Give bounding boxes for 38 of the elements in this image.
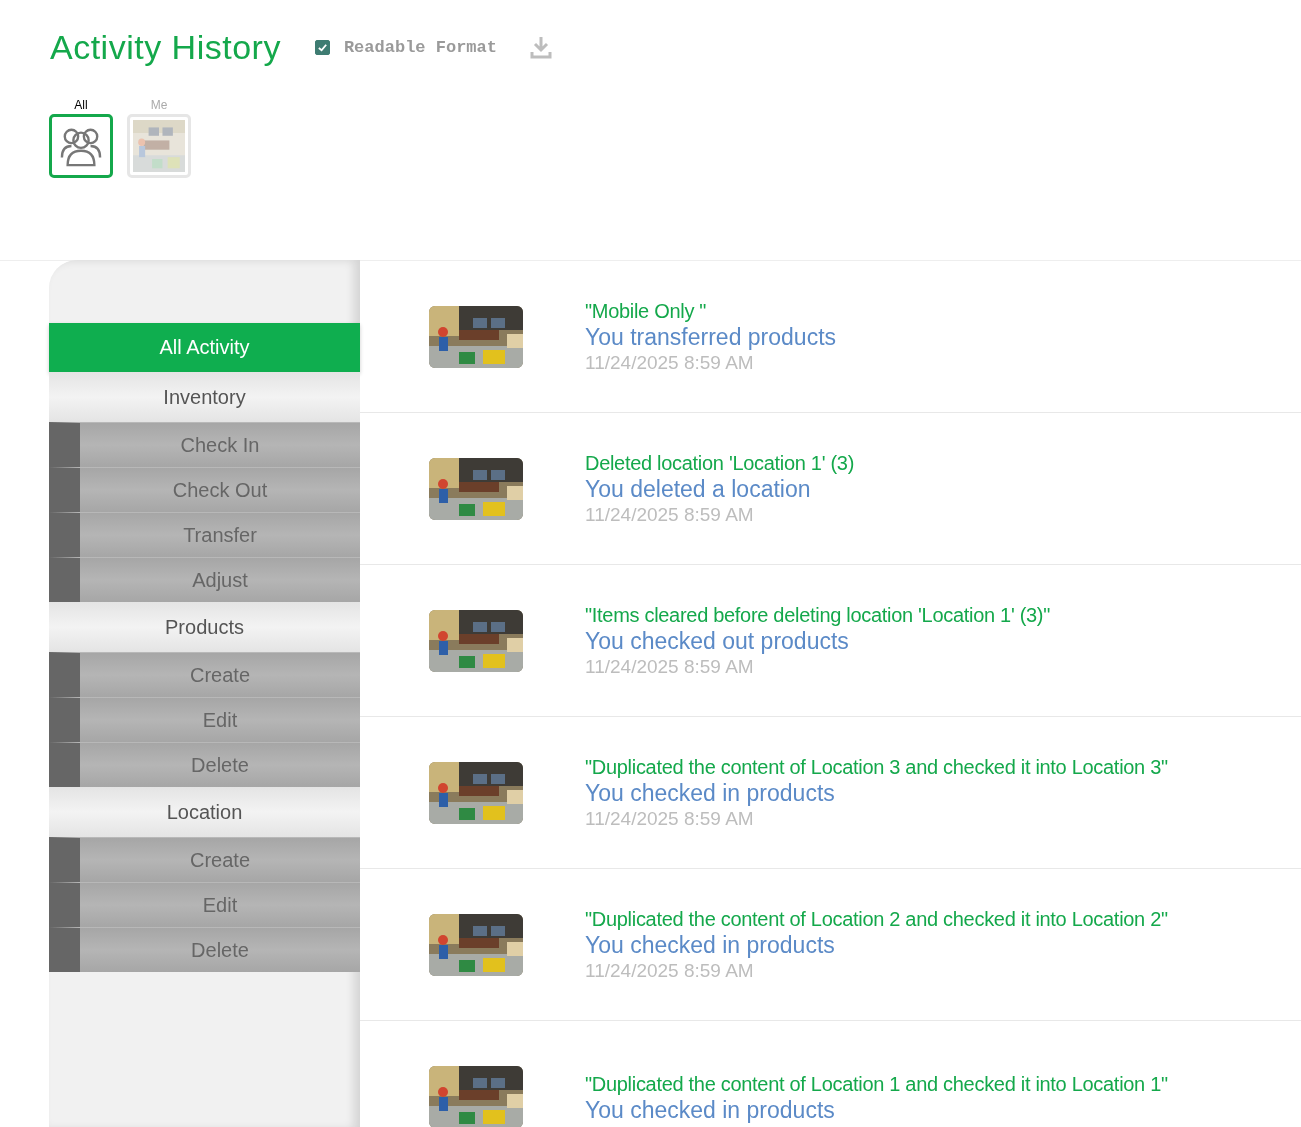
checkmark-icon <box>316 41 328 53</box>
activity-timestamp: 11/24/2025 8:59 AM <box>585 502 755 527</box>
sidebar-item[interactable]: Check Out <box>49 467 360 512</box>
activity-description[interactable]: You checked in products <box>585 931 1168 958</box>
activity-timestamp: 11/24/2025 8:59 AM <box>585 350 755 375</box>
sidebar-item[interactable]: Location <box>49 787 360 837</box>
all-users-filter[interactable] <box>49 114 113 178</box>
readable-format-checkbox[interactable] <box>314 39 330 55</box>
sidebar-item[interactable]: Create <box>49 837 360 882</box>
filter-label[interactable]: All <box>74 98 88 112</box>
activity-note: "Items cleared before deleting location 'Location 1' (3)" <box>585 602 1050 628</box>
sidebar-item[interactable]: Edit <box>49 697 360 742</box>
sidebar-item[interactable]: Check In <box>49 422 360 467</box>
activity-description[interactable]: You deleted a location <box>585 475 855 502</box>
activity-note: Deleted location 'Location 1' (3) <box>585 450 855 476</box>
activity-timestamp: 11/24/2025 8:59 AM <box>585 806 755 831</box>
sidebar-item[interactable]: Create <box>49 652 360 697</box>
activity-description[interactable]: You checked out products <box>585 627 1050 654</box>
activity-description[interactable]: You checked in products <box>585 1096 1168 1123</box>
sidebar-item[interactable]: Adjust <box>49 557 360 602</box>
activity-description[interactable]: You checked in products <box>585 779 1168 806</box>
readable-format-label[interactable]: Readable Format <box>343 37 497 57</box>
activity-timestamp: 11/24/2025 8:59 AM <box>585 654 755 679</box>
sidebar-item[interactable]: All Activity <box>49 323 360 372</box>
activity-note: "Duplicated the content of Location 2 and checked it into Location 2" <box>585 906 1168 932</box>
activity-note: "Duplicated the content of Location 3 and checked it into Location 3" <box>585 754 1168 780</box>
filter-label[interactable]: Me <box>150 98 168 112</box>
sidebar-item[interactable]: Transfer <box>49 512 360 557</box>
sidebar-item[interactable]: Edit <box>49 882 360 927</box>
activity-description[interactable]: You transferred products <box>585 323 837 350</box>
activity-note: "Mobile Only " <box>585 298 708 324</box>
sidebar-item[interactable]: Delete <box>49 927 360 972</box>
sidebar-item[interactable]: Inventory <box>49 372 360 422</box>
sidebar-item[interactable]: Products <box>49 602 360 652</box>
activity-timestamp: 11/24/2025 8:59 AM <box>585 958 755 983</box>
page-title: Activity History <box>50 27 281 67</box>
activity-note: "Duplicated the content of Location 1 and checked it into Location 1" <box>585 1071 1168 1097</box>
sidebar-item[interactable]: Delete <box>49 742 360 787</box>
